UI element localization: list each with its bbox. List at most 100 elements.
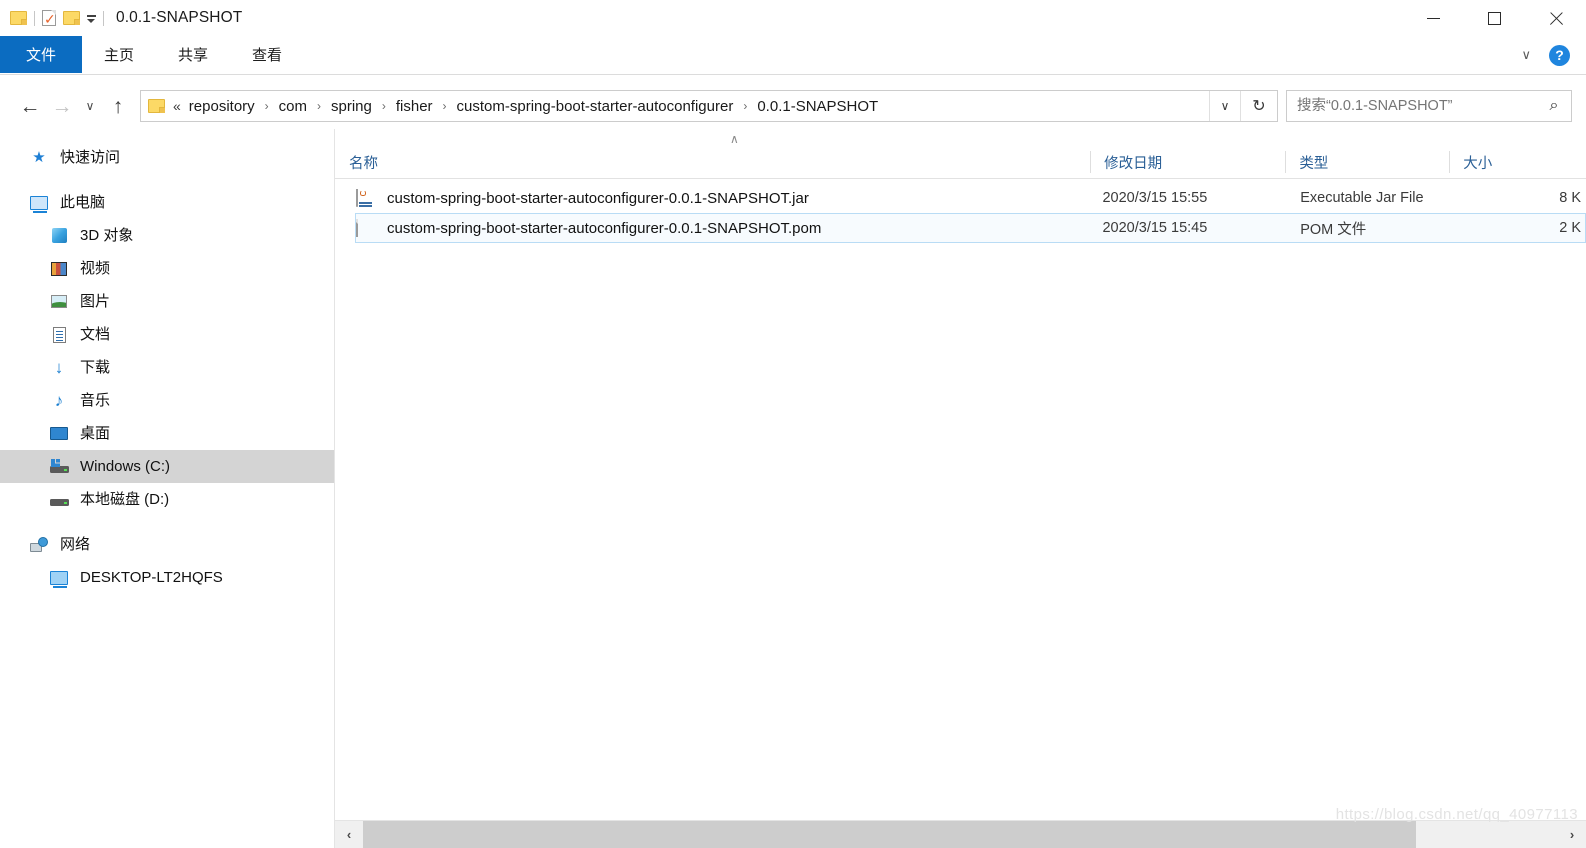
computer-icon [48,570,70,588]
sidebar-item-label: 下载 [80,359,111,376]
sidebar-item-desktop-lt2hqfs[interactable]: DESKTOP-LT2HQFS [0,561,334,594]
column-header-size[interactable]: 大小 [1449,148,1586,178]
sidebar-item-label: 视频 [80,260,111,277]
file-size-cell: 8 K [1559,190,1581,206]
new-folder-icon[interactable] [63,11,80,25]
column-header-date[interactable]: 修改日期 [1090,148,1285,178]
sidebar-item-pictures[interactable]: 图片 [0,285,334,318]
search-icon[interactable]: ⌕ [1537,97,1571,115]
check-mark-icon: ✓ [44,11,56,27]
address-bar-row: ← → ∨ ↑ « repository › com › spring › fi… [0,83,1586,129]
sort-ascending-icon[interactable]: ∧ [730,133,739,145]
recent-locations-icon[interactable]: ∨ [78,90,102,122]
column-header-row: 名称 修改日期 类型 大小 [335,147,1586,179]
file-type-cell: Executable Jar File [1300,190,1424,206]
tab-home[interactable]: 主页 [82,36,156,73]
tab-view[interactable]: 查看 [230,36,304,73]
network-icon [28,537,50,552]
star-icon: ★ [32,149,46,166]
file-type-cell: POM 文件 [1300,221,1367,238]
breadcrumb-separator-icon[interactable]: › [436,99,454,113]
file-name-label: custom-spring-boot-starter-autoconfigure… [387,219,822,237]
jar-file-icon [356,188,375,208]
breadcrumb-item-autoconfigurer[interactable]: custom-spring-boot-starter-autoconfigure… [454,96,737,117]
folder-icon[interactable] [10,11,27,25]
file-name-label: custom-spring-boot-starter-autoconfigure… [387,189,809,207]
this-pc-icon [28,195,50,213]
sidebar-item-3d-objects[interactable]: 3D 对象 [0,219,334,252]
qat-divider-2 [103,10,104,26]
breadcrumb-item-repository[interactable]: repository [186,96,258,117]
close-button[interactable] [1525,0,1586,36]
table-row[interactable]: custom-spring-boot-starter-autoconfigure… [355,213,1586,243]
tab-share[interactable]: 共享 [156,36,230,73]
file-list-pane: ∧ 名称 修改日期 类型 大小 custom-spring-boot-start… [335,129,1586,820]
refresh-icon[interactable]: ↻ [1240,91,1277,121]
scroll-left-button[interactable]: ‹ [335,821,363,848]
breadcrumb-item-fisher[interactable]: fisher [393,96,436,117]
sidebar-item-local-disk-d[interactable]: 本地磁盘 (D:) [0,483,334,516]
address-dropdown-icon[interactable]: ∨ [1209,91,1240,121]
pictures-icon [48,295,70,308]
sidebar-item-label: 桌面 [80,425,111,442]
breadcrumb-separator-icon[interactable]: › [375,99,393,113]
search-box[interactable]: ⌕ [1286,90,1572,122]
column-header-type[interactable]: 类型 [1285,148,1449,178]
properties-icon[interactable]: ✓ [42,10,56,26]
breadcrumb-separator-icon[interactable]: › [310,99,328,113]
breadcrumb-separator-icon[interactable]: › [258,99,276,113]
music-icon: ♪ [54,391,64,410]
title-bar: ✓ 0.0.1-SNAPSHOT [0,0,1586,36]
breadcrumb-item-com[interactable]: com [276,96,310,117]
sidebar-item-music[interactable]: ♪ 音乐 [0,384,334,417]
table-row[interactable]: custom-spring-boot-starter-autoconfigure… [355,183,1586,213]
help-icon[interactable]: ? [1549,44,1570,66]
file-name-cell: custom-spring-boot-starter-autoconfigure… [356,188,1102,208]
customize-qat-icon[interactable] [87,15,96,23]
tab-file[interactable]: 文件 [0,36,83,73]
main-content: ★ 快速访问 此电脑 3D 对象 视频 图片 文档 ↓ 下载 ♪ 音乐 桌面 W… [0,129,1586,820]
chevron-down-icon[interactable]: ∨ [1515,45,1537,65]
downloads-icon: ↓ [54,358,64,377]
up-button[interactable]: ↑ [102,90,134,122]
sidebar-item-label: 本地磁盘 (D:) [80,491,170,508]
file-name-cell: custom-spring-boot-starter-autoconfigure… [356,218,1102,238]
breadcrumb-item-spring[interactable]: spring [328,96,375,117]
file-date-cell: 2020/3/15 15:45 [1102,220,1208,236]
sidebar-item-label: 音乐 [80,392,111,409]
scrollbar-thumb[interactable] [363,821,1416,848]
window-controls [1403,0,1586,36]
search-input[interactable] [1287,97,1537,115]
maximize-button[interactable] [1464,0,1525,36]
file-size-cell: 2 K [1559,220,1581,236]
sidebar-item-videos[interactable]: 视频 [0,252,334,285]
back-button[interactable]: ← [14,90,46,122]
breadcrumb-item-snapshot[interactable]: 0.0.1-SNAPSHOT [754,96,881,117]
sidebar-item-documents[interactable]: 文档 [0,318,334,351]
breadcrumb-separator-icon[interactable]: › [736,99,754,113]
navigation-pane: ★ 快速访问 此电脑 3D 对象 视频 图片 文档 ↓ 下载 ♪ 音乐 桌面 W… [0,129,335,820]
scroll-right-button[interactable]: › [1558,821,1586,848]
sidebar-item-this-pc[interactable]: 此电脑 [0,186,334,219]
sidebar-item-label: Windows (C:) [80,458,171,475]
sidebar-item-label: 3D 对象 [80,227,134,244]
sidebar-item-downloads[interactable]: ↓ 下载 [0,351,334,384]
minimize-button[interactable] [1403,0,1464,36]
3d-objects-icon [48,228,70,243]
horizontal-scrollbar[interactable]: ‹ › [335,820,1586,848]
sidebar-item-label: 快速访问 [60,149,121,166]
drive-icon [48,493,70,506]
address-folder-icon [148,99,165,113]
sidebar-item-quick-access[interactable]: ★ 快速访问 [0,141,334,174]
breadcrumb-overflow-icon[interactable]: « [173,98,186,114]
column-header-name[interactable]: 名称 [335,148,1090,178]
address-bar[interactable]: « repository › com › spring › fisher › c… [140,90,1278,122]
window-title: 0.0.1-SNAPSHOT [116,9,243,26]
sidebar-item-desktop[interactable]: 桌面 [0,417,334,450]
forward-button[interactable]: → [46,90,78,122]
sidebar-item-network[interactable]: 网络 [0,528,334,561]
scrollbar-track[interactable] [363,821,1558,848]
sidebar-item-windows-c[interactable]: Windows (C:) [0,450,334,483]
breadcrumb: « repository › com › spring › fisher › c… [173,96,1209,117]
videos-icon [48,261,70,276]
